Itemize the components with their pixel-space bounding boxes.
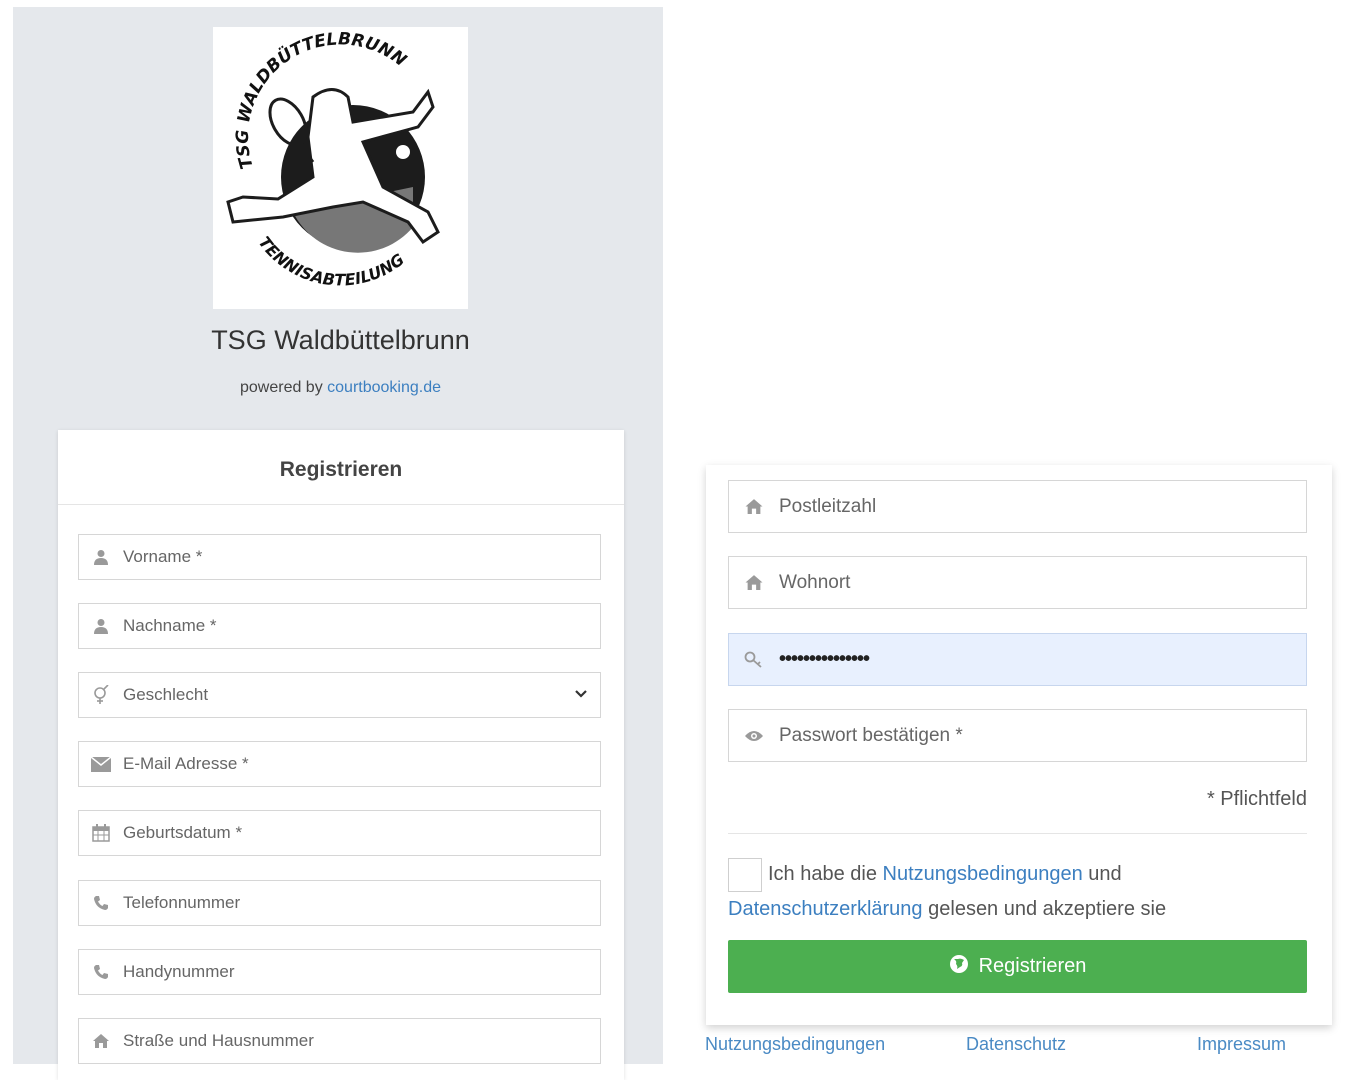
calendar-icon [79, 824, 123, 842]
home-icon [79, 1033, 123, 1049]
gender-select[interactable]: Geschlecht [78, 672, 601, 718]
postcode-field[interactable]: Postleitzahl [728, 480, 1307, 533]
club-logo: TSG WALDBÜTTELBRUNN TENNISABTEILUNG [213, 27, 468, 309]
club-name: TSG Waldbüttelbrunn [211, 325, 470, 355]
user-icon [79, 549, 123, 565]
privacy-link[interactable]: Datenschutzerklärung [728, 898, 923, 920]
gender-placeholder: Geschlecht [123, 685, 209, 704]
register-button[interactable]: Registrieren [728, 940, 1307, 993]
registration-card-bottom: Postleitzahl Wohnort ••••••••••••••• Pas… [706, 465, 1332, 1025]
courtbooking-link[interactable]: courtbooking.de [327, 379, 441, 396]
birthdate-placeholder: Geburtsdatum * [123, 823, 243, 842]
footer-link-imprint[interactable]: Impressum [1197, 1034, 1286, 1055]
home-icon [729, 498, 779, 515]
city-field[interactable]: Wohnort [728, 556, 1307, 609]
terms-link[interactable]: Nutzungsbedingungen [883, 863, 1083, 885]
firstname-placeholder: Vorname * [123, 547, 203, 566]
left-panel: TSG WALDBÜTTELBRUNN TENNISABTEILUNG TSG … [13, 7, 663, 1080]
registration-card: Registrieren Vorname * Nachname * Geschl… [58, 430, 624, 1080]
street-placeholder: Straße und Hausnummer [123, 1031, 314, 1050]
phone-field[interactable]: Telefonnummer [78, 880, 601, 926]
phone-icon [79, 964, 123, 980]
phone-placeholder: Telefonnummer [123, 893, 241, 912]
postcode-placeholder: Postleitzahl [779, 495, 877, 517]
envelope-icon [79, 756, 123, 772]
password-confirm-field[interactable]: Passwort bestätigen * [728, 709, 1307, 762]
user-icon [79, 618, 123, 634]
footer-link-privacy[interactable]: Datenschutz [966, 1034, 1066, 1055]
eye-icon [729, 729, 779, 743]
lastname-placeholder: Nachname * [123, 616, 217, 635]
mobile-placeholder: Handynummer [123, 962, 235, 981]
password-confirm-placeholder: Passwort bestätigen * [779, 724, 963, 746]
terms-suffix: gelesen und akzeptiere sie [928, 898, 1167, 920]
register-button-label: Registrieren [978, 955, 1087, 977]
terms-prefix: Ich habe die [768, 863, 877, 885]
card-title: Registrieren [58, 430, 624, 505]
footer-link-terms[interactable]: Nutzungsbedingungen [705, 1034, 885, 1055]
powered-by: powered by courtbooking.de [13, 379, 668, 397]
required-note: * Pflichtfeld [1206, 788, 1307, 810]
terms-text-line1: Ich habe die Nutzungsbedingungen und [768, 863, 1122, 886]
street-field[interactable]: Straße und Hausnummer [78, 1018, 601, 1064]
terms-middle: und [1088, 863, 1122, 885]
firstname-field[interactable]: Vorname * [78, 534, 601, 580]
password-field[interactable]: ••••••••••••••• [728, 633, 1307, 686]
birthdate-field[interactable]: Geburtsdatum * [78, 810, 601, 856]
password-value: ••••••••••••••• [779, 648, 870, 670]
terms-checkbox[interactable] [728, 858, 762, 892]
lastname-field[interactable]: Nachname * [78, 603, 601, 649]
email-field[interactable]: E-Mail Adresse * [78, 741, 601, 787]
gender-icon [79, 685, 123, 705]
divider [728, 833, 1307, 834]
key-icon [729, 651, 779, 669]
mobile-field[interactable]: Handynummer [78, 949, 601, 995]
powered-prefix: powered by [239, 379, 323, 396]
email-placeholder: E-Mail Adresse * [123, 754, 249, 773]
city-placeholder: Wohnort [779, 571, 851, 593]
terms-text-line2: Datenschutzerklärung gelesen und akzepti… [728, 898, 1166, 921]
globe-icon [949, 954, 969, 980]
home-icon [729, 574, 779, 591]
chevron-down-icon[interactable] [574, 686, 588, 706]
phone-icon [79, 895, 123, 911]
